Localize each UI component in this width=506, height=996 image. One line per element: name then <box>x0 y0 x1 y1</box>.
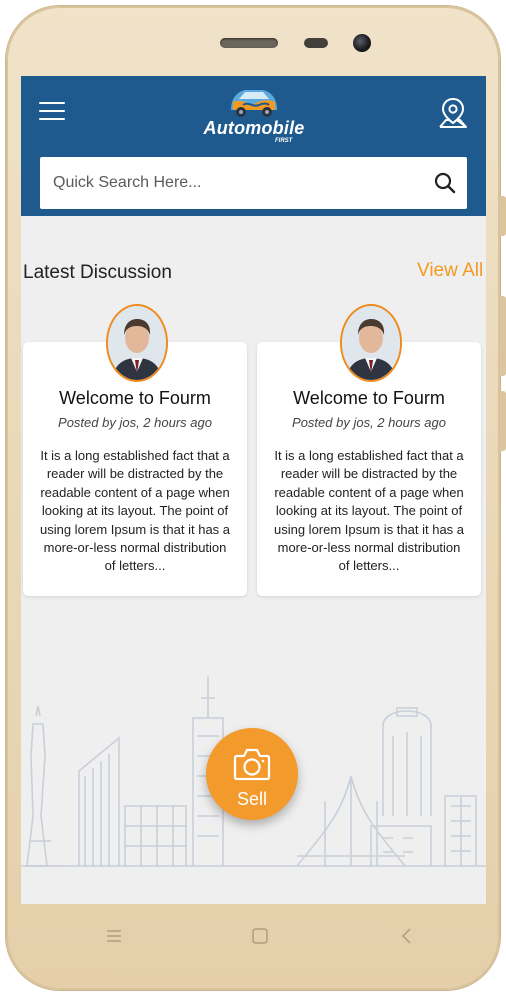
app-logo: Automobile FIRST <box>193 80 315 144</box>
nav-back-icon[interactable] <box>397 926 417 946</box>
discussion-excerpt: It is a long established fact that a rea… <box>273 448 465 574</box>
discussion-title: Welcome to Fourm <box>59 388 211 408</box>
front-camera <box>353 34 371 52</box>
discussion-excerpt: It is a long established fact that a rea… <box>39 448 231 574</box>
avatar[interactable] <box>106 304 168 382</box>
brand-subtitle: FIRST <box>275 138 293 144</box>
brand-name: Automobile <box>203 118 305 138</box>
discussion-meta: Posted by jos, 2 hours ago <box>58 415 212 430</box>
nav-home-icon[interactable] <box>250 926 270 946</box>
location-pin-icon[interactable] <box>437 96 469 130</box>
hamburger-menu-icon[interactable] <box>39 102 65 122</box>
side-button <box>500 196 506 236</box>
search-icon[interactable] <box>433 171 457 195</box>
camera-icon <box>233 748 271 781</box>
proximity-sensor <box>304 38 328 48</box>
search-bar <box>40 157 467 209</box>
side-button <box>500 296 506 376</box>
user-portrait <box>108 306 166 380</box>
sell-button[interactable]: Sell <box>206 728 298 820</box>
app-screen: Automobile FIRST Latest Discussion View … <box>21 76 486 904</box>
sell-label: Sell <box>236 789 267 809</box>
avatar[interactable] <box>340 304 402 382</box>
user-portrait <box>342 306 400 380</box>
discussion-title: Welcome to Fourm <box>293 388 445 408</box>
view-all-link[interactable]: View All <box>417 260 483 282</box>
car-logo-icon <box>231 90 277 117</box>
search-input[interactable] <box>40 157 433 209</box>
header-bar: Automobile FIRST <box>21 76 486 216</box>
side-button <box>500 391 506 451</box>
section-title: Latest Discussion <box>23 262 172 283</box>
discussion-meta: Posted by jos, 2 hours ago <box>292 415 446 430</box>
earpiece-speaker <box>220 38 278 48</box>
nav-menu-icon[interactable] <box>104 926 124 946</box>
